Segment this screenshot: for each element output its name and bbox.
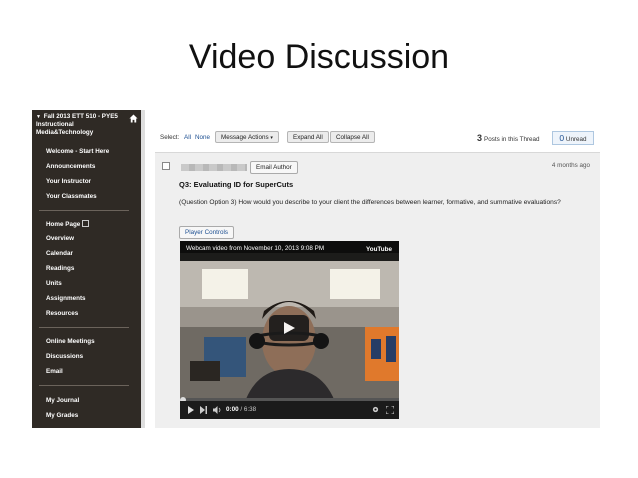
lms-screenshot: ▼ Fall 2013 ETT 510 - PYE5 Instructional… (32, 110, 604, 428)
video-title: Webcam video from November 10, 2013 9:08… (186, 245, 325, 252)
sidebar-item-journal[interactable]: My Journal (46, 397, 79, 404)
course-title-text: Fall 2013 ETT 510 - PYE5 Instructional M… (36, 113, 118, 136)
sidebar-item-grades[interactable]: My Grades (46, 412, 78, 419)
collapse-caret-icon[interactable]: ▼ (36, 114, 41, 120)
post-checkbox[interactable] (162, 162, 170, 170)
video-controls: 0:00 / 6:38 (180, 401, 399, 419)
sidebar-divider (39, 210, 129, 211)
video-time: 0:00 / 6:38 (226, 406, 256, 413)
skip-next-icon[interactable] (200, 406, 207, 414)
sidebar-item-calendar[interactable]: Calendar (46, 250, 73, 257)
thread-view: Select: All None Message Actions ▾ Expan… (145, 110, 604, 428)
big-play-icon[interactable] (269, 315, 309, 341)
unread-button[interactable]: 0 Unread (552, 131, 594, 145)
external-link-icon (82, 220, 90, 227)
discussion-post: Email Author 4 months ago Q3: Evaluating… (155, 152, 600, 428)
sidebar-item-assignments[interactable]: Assignments (46, 295, 86, 302)
post-body: (Question Option 3) How would you descri… (179, 199, 561, 206)
slide-title: Video Discussion (188, 38, 450, 76)
select-label: Select: (160, 134, 180, 141)
message-actions-label: Message Actions (221, 134, 269, 141)
sidebar-item-units[interactable]: Units (46, 280, 62, 287)
sidebar-item-home-page[interactable]: Home Page (46, 220, 90, 228)
posts-count: 3 Posts in this Thread (477, 133, 540, 143)
collapse-all-button[interactable]: Collapse All (330, 131, 375, 143)
sidebar-divider (39, 327, 129, 328)
course-title[interactable]: ▼ Fall 2013 ETT 510 - PYE5 Instructional… (36, 113, 124, 136)
sidebar-item-announcements[interactable]: Announcements (46, 163, 95, 170)
current-time: 0:00 (226, 406, 239, 413)
sidebar-item-classmates[interactable]: Your Classmates (46, 193, 97, 200)
video-player[interactable]: Webcam video from November 10, 2013 9:08… (180, 241, 399, 419)
posts-number: 3 (477, 133, 483, 143)
sidebar-item-online-meetings[interactable]: Online Meetings (46, 338, 95, 345)
email-author-button[interactable]: Email Author (250, 161, 298, 174)
course-sidebar: ▼ Fall 2013 ETT 510 - PYE5 Instructional… (32, 110, 141, 428)
sidebar-item-overview[interactable]: Overview (46, 235, 74, 242)
post-timestamp: 4 months ago (551, 162, 590, 169)
unread-label: Unread (565, 136, 587, 143)
message-actions-button[interactable]: Message Actions ▾ (215, 131, 279, 143)
duration: 6:38 (243, 406, 257, 413)
sidebar-item-email[interactable]: Email (46, 368, 63, 375)
unread-number: 0 (559, 133, 565, 143)
sidebar-item-instructor[interactable]: Your Instructor (46, 178, 91, 185)
chevron-down-icon: ▾ (270, 135, 273, 141)
gear-icon[interactable] (372, 406, 379, 413)
post-title[interactable]: Q3: Evaluating ID for SuperCuts (179, 180, 293, 189)
sidebar-item-readings[interactable]: Readings (46, 265, 74, 272)
sidebar-divider (39, 385, 129, 386)
play-icon[interactable] (188, 406, 194, 414)
select-none-link[interactable]: None (195, 134, 210, 141)
select-all-link[interactable]: All (184, 134, 191, 141)
home-icon[interactable] (129, 114, 138, 123)
author-name-redacted (181, 164, 247, 171)
sidebar-item-discussions[interactable]: Discussions (46, 353, 83, 360)
posts-label: Posts in this Thread (484, 136, 540, 143)
fullscreen-icon[interactable] (386, 406, 394, 414)
expand-all-button[interactable]: Expand All (287, 131, 329, 143)
volume-icon[interactable] (213, 406, 222, 414)
sidebar-item-resources[interactable]: Resources (46, 310, 78, 317)
youtube-logo[interactable]: YouTube (366, 246, 392, 253)
thread-toolbar: Select: All None Message Actions ▾ Expan… (145, 126, 604, 152)
sidebar-item-label: Home Page (46, 221, 81, 228)
player-controls-button[interactable]: Player Controls (179, 226, 235, 239)
sidebar-item-welcome[interactable]: Welcome - Start Here (46, 148, 109, 155)
